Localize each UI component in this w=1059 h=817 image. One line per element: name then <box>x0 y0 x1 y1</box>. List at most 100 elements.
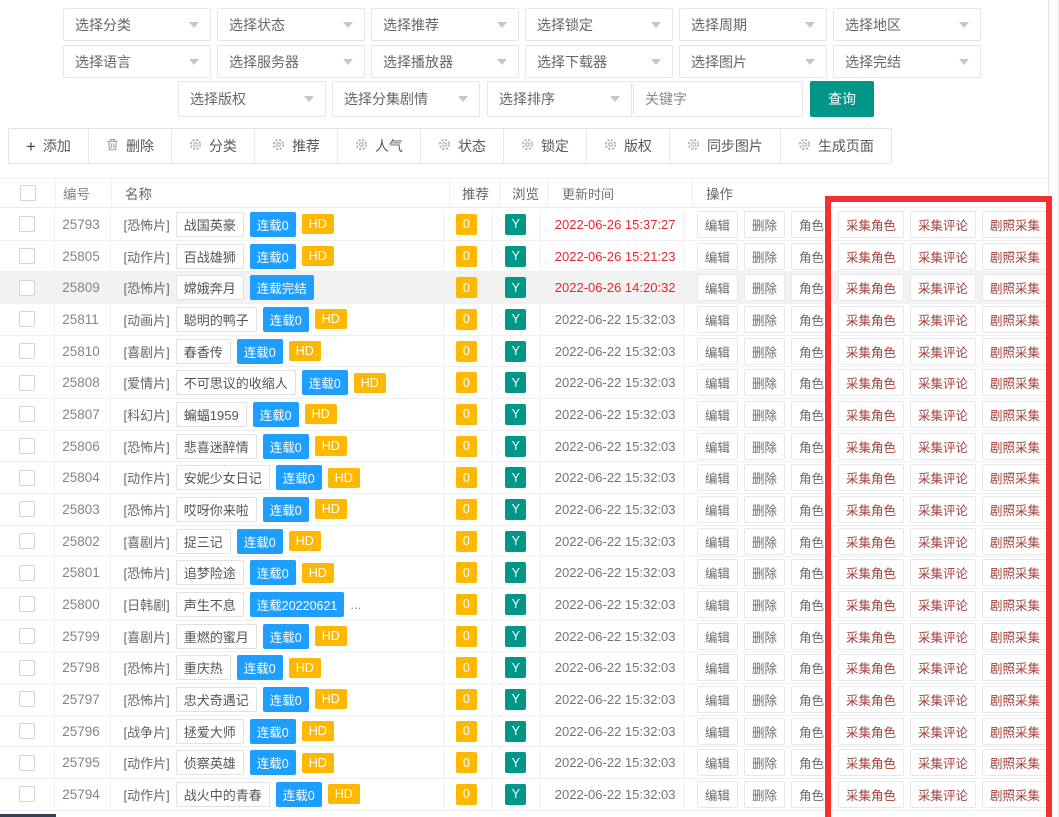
recommend-badge[interactable]: 0 <box>456 246 477 267</box>
serial-badge[interactable]: 连载0 <box>250 750 296 775</box>
delete-button[interactable]: 删除 <box>744 369 785 396</box>
recommend-button[interactable]: 推荐 <box>255 129 338 163</box>
views-badge[interactable]: Y <box>505 784 526 805</box>
role-button[interactable]: 角色 <box>791 559 832 586</box>
role-button[interactable]: 角色 <box>791 338 832 365</box>
collect-stills-button[interactable]: 剧照采集 <box>982 306 1048 333</box>
collect-comment-button[interactable]: 采集评论 <box>910 718 976 745</box>
collect-role-button[interactable]: 采集角色 <box>838 749 904 776</box>
sync-images-button[interactable]: 同步图片 <box>670 129 781 163</box>
hd-badge[interactable]: HD <box>315 309 347 329</box>
collect-stills-button[interactable]: 剧照采集 <box>982 369 1048 396</box>
collect-comment-button[interactable]: 采集评论 <box>910 591 976 618</box>
hd-badge[interactable]: HD <box>302 563 334 583</box>
recommend-badge[interactable]: 0 <box>456 752 477 773</box>
serial-badge[interactable]: 连载0 <box>237 655 283 680</box>
role-button[interactable]: 角色 <box>791 464 832 491</box>
hd-badge[interactable]: HD <box>302 246 334 266</box>
edit-button[interactable]: 编辑 <box>697 559 738 586</box>
row-checkbox[interactable] <box>19 311 35 327</box>
hd-badge[interactable]: HD <box>289 341 321 361</box>
edit-button[interactable]: 编辑 <box>697 243 738 270</box>
views-badge[interactable]: Y <box>505 436 526 457</box>
role-button[interactable]: 角色 <box>791 718 832 745</box>
role-button[interactable]: 角色 <box>791 401 832 428</box>
views-badge[interactable]: Y <box>505 372 526 393</box>
collect-comment-button[interactable]: 采集评论 <box>910 274 976 301</box>
serial-badge[interactable]: 连载0 <box>276 782 322 807</box>
collect-role-button[interactable]: 采集角色 <box>838 433 904 460</box>
recommend-badge[interactable]: 0 <box>456 214 477 235</box>
row-title[interactable]: 重燃的蜜月 <box>176 624 257 649</box>
filter-period-select[interactable]: 选择周期 <box>679 8 827 41</box>
hd-badge[interactable]: HD <box>328 468 360 488</box>
collect-comment-button[interactable]: 采集评论 <box>910 433 976 460</box>
collect-stills-button[interactable]: 剧照采集 <box>982 496 1048 523</box>
collect-comment-button[interactable]: 采集评论 <box>910 369 976 396</box>
collect-stills-button[interactable]: 剧照采集 <box>982 211 1048 238</box>
row-checkbox[interactable] <box>19 596 35 612</box>
views-badge[interactable]: Y <box>505 499 526 520</box>
views-badge[interactable]: Y <box>505 657 526 678</box>
row-checkbox[interactable] <box>19 660 35 676</box>
edit-button[interactable]: 编辑 <box>697 274 738 301</box>
delete-button[interactable]: 删除 <box>744 433 785 460</box>
serial-badge[interactable]: 连载0 <box>263 307 309 332</box>
row-title[interactable]: 追梦险途 <box>176 560 244 585</box>
filter-episode-plot-select[interactable]: 选择分集剧情 <box>332 81 480 117</box>
delete-button[interactable]: 删除 <box>744 781 785 808</box>
delete-button[interactable]: 删除 <box>744 718 785 745</box>
collect-stills-button[interactable]: 剧照采集 <box>982 654 1048 681</box>
serial-badge[interactable]: 连载0 <box>276 465 322 490</box>
collect-comment-button[interactable]: 采集评论 <box>910 781 976 808</box>
recommend-badge[interactable]: 0 <box>456 657 477 678</box>
role-button[interactable]: 角色 <box>791 623 832 650</box>
hd-badge[interactable]: HD <box>289 658 321 678</box>
delete-button[interactable]: 删除 <box>744 401 785 428</box>
views-badge[interactable]: Y <box>505 721 526 742</box>
edit-button[interactable]: 编辑 <box>697 464 738 491</box>
collect-stills-button[interactable]: 剧照采集 <box>982 528 1048 555</box>
keyword-input[interactable] <box>633 81 803 117</box>
collect-stills-button[interactable]: 剧照采集 <box>982 749 1048 776</box>
recommend-badge[interactable]: 0 <box>456 372 477 393</box>
row-title[interactable]: 蝙蝠1959 <box>176 402 247 427</box>
collect-stills-button[interactable]: 剧照采集 <box>982 559 1048 586</box>
row-checkbox[interactable] <box>19 375 35 391</box>
edit-button[interactable]: 编辑 <box>697 718 738 745</box>
row-title[interactable]: 安妮少女日记 <box>176 465 270 490</box>
filter-status-select[interactable]: 选择状态 <box>217 8 365 41</box>
filter-player-select[interactable]: 选择播放器 <box>371 45 519 78</box>
filter-recommend-select[interactable]: 选择推荐 <box>371 8 519 41</box>
collect-role-button[interactable]: 采集角色 <box>838 401 904 428</box>
hd-badge[interactable]: HD <box>302 753 334 773</box>
row-title[interactable]: 悲喜迷醉情 <box>176 434 257 459</box>
delete-button[interactable]: 删除 <box>744 591 785 618</box>
role-button[interactable]: 角色 <box>791 243 832 270</box>
role-button[interactable]: 角色 <box>791 654 832 681</box>
views-badge[interactable]: Y <box>505 626 526 647</box>
delete-button[interactable]: 删除 <box>744 559 785 586</box>
collect-comment-button[interactable]: 采集评论 <box>910 464 976 491</box>
copyright-button[interactable]: 版权 <box>587 129 670 163</box>
recommend-badge[interactable]: 0 <box>456 594 477 615</box>
row-checkbox[interactable] <box>19 501 35 517</box>
role-button[interactable]: 角色 <box>791 306 832 333</box>
delete-button[interactable]: 删除 <box>744 623 785 650</box>
views-badge[interactable]: Y <box>505 752 526 773</box>
filter-finished-select[interactable]: 选择完结 <box>833 45 981 78</box>
role-button[interactable]: 角色 <box>791 591 832 618</box>
role-button[interactable]: 角色 <box>791 749 832 776</box>
edit-button[interactable]: 编辑 <box>697 496 738 523</box>
role-button[interactable]: 角色 <box>791 369 832 396</box>
edit-button[interactable]: 编辑 <box>697 749 738 776</box>
collect-role-button[interactable]: 采集角色 <box>838 528 904 555</box>
role-button[interactable]: 角色 <box>791 433 832 460</box>
delete-button[interactable]: 删除 <box>89 129 172 163</box>
collect-stills-button[interactable]: 剧照采集 <box>982 243 1048 270</box>
row-checkbox[interactable] <box>19 628 35 644</box>
recommend-badge[interactable]: 0 <box>456 436 477 457</box>
collect-stills-button[interactable]: 剧照采集 <box>982 274 1048 301</box>
collect-role-button[interactable]: 采集角色 <box>838 559 904 586</box>
collect-role-button[interactable]: 采集角色 <box>838 338 904 365</box>
